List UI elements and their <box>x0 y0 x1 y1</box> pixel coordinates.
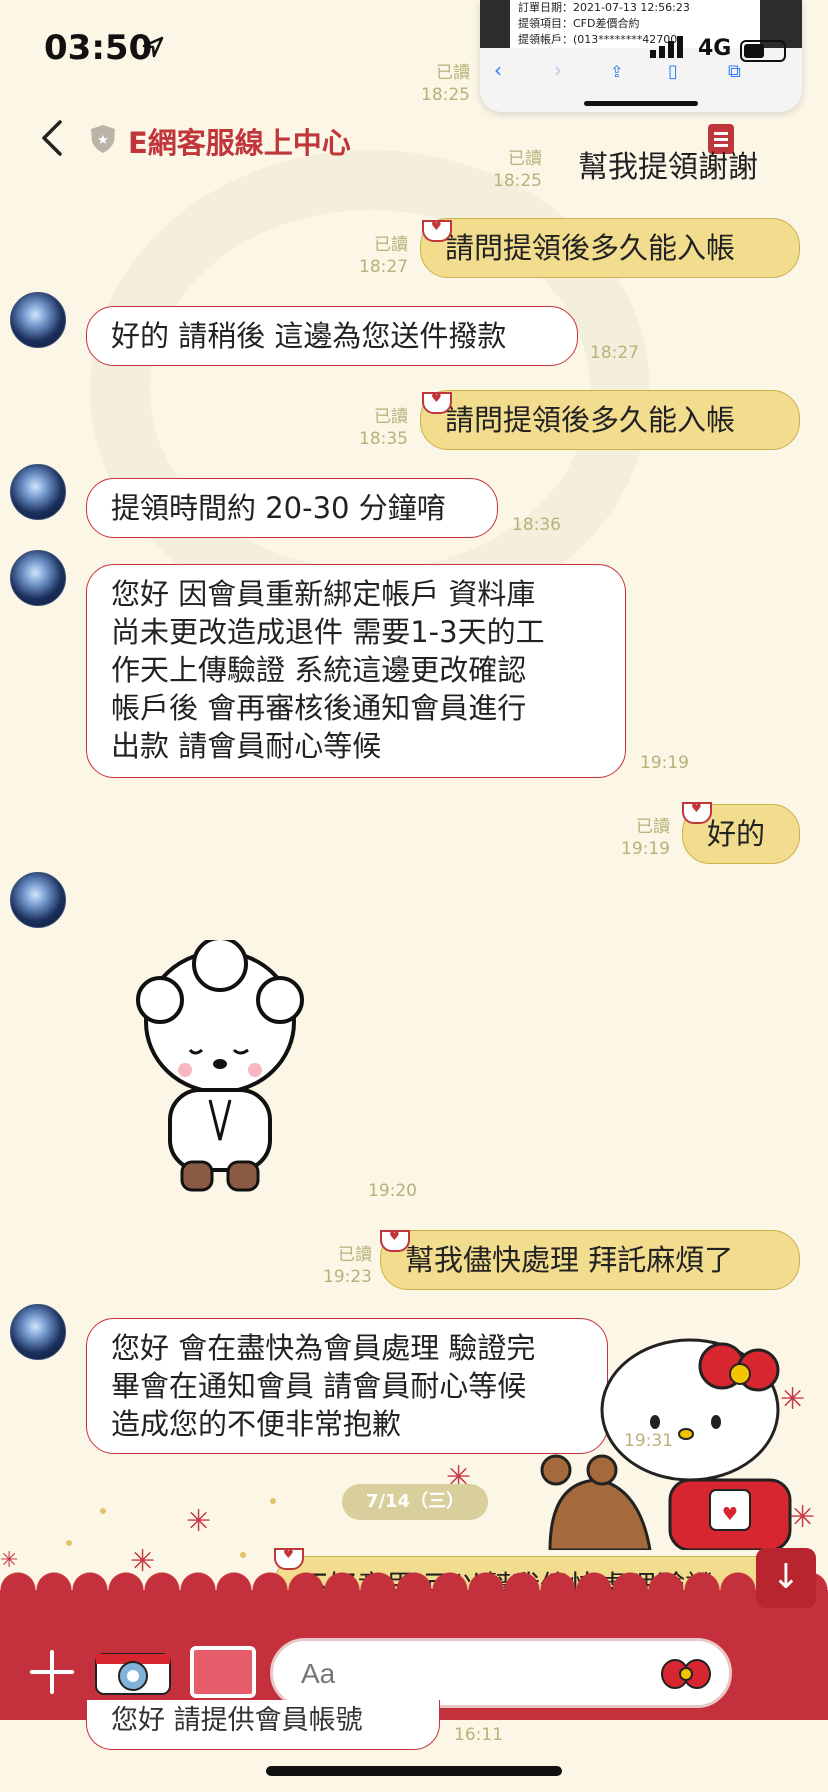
date-separator: 7/14（三） <box>342 1484 488 1520</box>
network-type: 4G <box>698 36 732 61</box>
svg-text:★: ★ <box>97 133 109 148</box>
snowflake-icon: ✳ <box>186 1504 212 1539</box>
back-chevron-icon[interactable]: ‹ <box>494 58 502 82</box>
avatar[interactable] <box>10 1304 66 1360</box>
message-input-field[interactable] <box>270 1638 732 1708</box>
incoming-message[interactable]: 您好 因會員重新綁定帳戶 資料庫 尚未更改造成退件 需要1-3天的工 作天上傳驗… <box>86 564 626 778</box>
decor-dot <box>66 1540 72 1546</box>
read-receipt: 已讀 19:23 <box>323 1245 372 1287</box>
decor-dot <box>270 1498 276 1504</box>
forward-chevron-icon[interactable]: › <box>554 58 562 82</box>
bookmarks-icon[interactable]: ▯ <box>668 61 678 82</box>
incoming-message[interactable]: 您好 請提供會員帳號 <box>86 1700 440 1750</box>
read-receipt: 已讀 18:25 <box>493 149 542 191</box>
ribbon-bow-icon[interactable] <box>661 1657 711 1691</box>
teacup-icon <box>422 219 452 242</box>
outgoing-message[interactable]: 請問提領後多久能入帳 <box>420 390 800 450</box>
decor-dot <box>100 1508 106 1514</box>
svg-text:♥: ♥ <box>722 1504 738 1525</box>
pip-home-indicator <box>584 101 698 106</box>
avatar[interactable] <box>10 550 66 606</box>
status-time: 03:50 <box>44 28 153 68</box>
outgoing-message[interactable]: 請問提領後多久能入帳 <box>420 218 800 278</box>
teacup-icon <box>380 1229 410 1252</box>
message-time: 19:31 <box>624 1431 673 1451</box>
back-arrow-icon[interactable] <box>38 118 68 158</box>
snowflake-icon: ✳ <box>780 1382 806 1417</box>
message-time: 18:27 <box>590 343 639 363</box>
read-receipt: 已讀 19:19 <box>621 817 670 859</box>
tabs-icon[interactable]: ⧉ <box>728 61 741 82</box>
official-shield-icon: ★ <box>91 125 115 153</box>
read-receipt: 已讀 18:27 <box>359 235 408 277</box>
signal-bars-icon <box>650 36 683 58</box>
read-receipt: 已讀 18:25 <box>421 63 470 105</box>
message-time: 18:36 <box>512 515 561 535</box>
photo-gallery-icon[interactable] <box>190 1646 256 1698</box>
camera-icon[interactable] <box>92 1646 174 1698</box>
pip-doc-line: 訂單日期：2021-07-13 12:56:23 <box>518 1 690 14</box>
arrow-down-icon: ↓ <box>771 1557 801 1597</box>
teacup-icon <box>422 391 452 414</box>
home-indicator <box>266 1766 562 1776</box>
incoming-message[interactable]: 提領時間約 20-30 分鐘唷 <box>86 478 498 538</box>
share-icon[interactable]: ⇪ <box>610 62 623 81</box>
avatar[interactable] <box>10 464 66 520</box>
teacup-icon <box>274 1547 304 1570</box>
message-time: 19:20 <box>368 1181 417 1201</box>
message-time: 16:11 <box>454 1725 503 1745</box>
snowflake-icon: ✳ <box>790 1500 816 1535</box>
teacup-icon <box>682 801 712 824</box>
message-input[interactable] <box>301 1653 631 1695</box>
chat-title: E網客服線上中心 <box>128 126 351 160</box>
decor-dot <box>240 1552 246 1558</box>
battery-icon <box>740 40 786 62</box>
plus-icon[interactable] <box>30 1650 74 1694</box>
avatar[interactable] <box>10 292 66 348</box>
scroll-to-bottom-button[interactable]: ↓ <box>756 1548 816 1608</box>
outgoing-message[interactable]: 幫我提領謝謝 <box>578 142 758 186</box>
pip-doc-line: 提領項目：CFD差價合約 <box>518 17 640 30</box>
location-arrow-icon <box>142 36 164 58</box>
snowflake-icon: ✳ <box>0 1548 19 1573</box>
incoming-message[interactable]: 好的 請稍後 這邊為您送件撥款 <box>86 306 578 366</box>
read-receipt: 已讀 18:35 <box>359 407 408 449</box>
outgoing-message[interactable]: 幫我儘快處理 拜託麻煩了 <box>380 1230 800 1290</box>
avatar[interactable] <box>10 872 66 928</box>
message-time: 19:19 <box>640 753 689 773</box>
sheep-bowing-sticker[interactable] <box>130 940 310 1200</box>
